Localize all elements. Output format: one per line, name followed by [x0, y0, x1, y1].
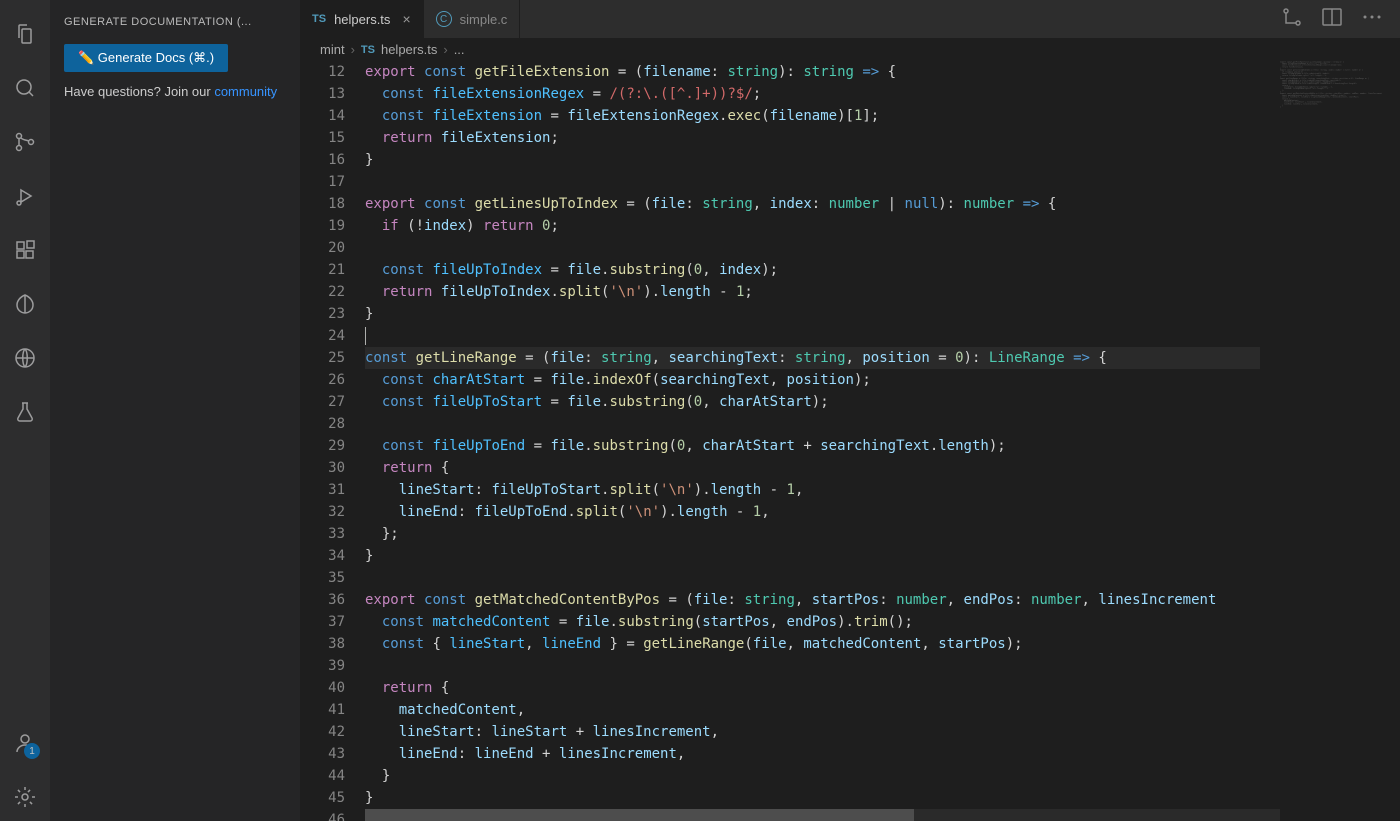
minimap[interactable]: export const getFileExtension = (filenam… — [1280, 61, 1400, 821]
typescript-icon: TS — [361, 44, 375, 56]
beaker-icon[interactable] — [0, 388, 50, 436]
close-icon[interactable]: × — [402, 11, 410, 27]
source-control-icon[interactable] — [0, 118, 50, 166]
account-badge: 1 — [24, 743, 40, 759]
code-editor[interactable]: 1213141516171819202122232425262728293031… — [300, 61, 1400, 821]
tab-label: simple.c — [460, 12, 508, 27]
community-link[interactable]: community — [214, 84, 277, 99]
editor-group: TS helpers.ts × C simple.c mint › TS hel… — [300, 0, 1400, 821]
horizontal-scrollbar[interactable] — [365, 809, 1280, 821]
tab-simple-c[interactable]: C simple.c — [424, 0, 521, 38]
code-content[interactable]: export const getFileExtension = (filenam… — [365, 61, 1400, 821]
split-editor-icon[interactable] — [1320, 5, 1344, 34]
chevron-right-icon: › — [443, 42, 447, 57]
tab-bar: TS helpers.ts × C simple.c — [300, 0, 1400, 38]
sidebar-title: GENERATE DOCUMENTATION (... — [64, 10, 286, 34]
compare-icon[interactable] — [1280, 5, 1304, 34]
extensions-icon[interactable] — [0, 226, 50, 274]
explorer-icon[interactable] — [0, 10, 50, 58]
typescript-icon: TS — [312, 13, 326, 25]
tab-actions — [1280, 0, 1400, 38]
sidebar-help-text: Have questions? Join our community — [64, 82, 286, 102]
account-icon[interactable]: 1 — [0, 719, 50, 767]
breadcrumb-part[interactable]: ... — [454, 42, 465, 57]
scrollbar-thumb[interactable] — [365, 809, 914, 821]
activity-bar: 1 — [0, 0, 50, 821]
breadcrumb-part[interactable]: mint — [320, 42, 345, 57]
globe-icon[interactable] — [0, 334, 50, 382]
leaf-icon[interactable] — [0, 280, 50, 328]
line-number-gutter: 1213141516171819202122232425262728293031… — [300, 61, 365, 821]
sidebar-panel: GENERATE DOCUMENTATION (... ✏️ Generate … — [50, 0, 300, 821]
c-icon: C — [436, 11, 452, 27]
settings-gear-icon[interactable] — [0, 773, 50, 821]
search-icon[interactable] — [0, 64, 50, 112]
chevron-right-icon: › — [351, 42, 355, 57]
breadcrumb-part[interactable]: helpers.ts — [381, 42, 437, 57]
tab-label: helpers.ts — [334, 12, 390, 27]
generate-docs-button[interactable]: ✏️ Generate Docs (⌘.) — [64, 44, 228, 72]
more-icon[interactable] — [1360, 5, 1384, 34]
debug-icon[interactable] — [0, 172, 50, 220]
tab-helpers-ts[interactable]: TS helpers.ts × — [300, 0, 424, 38]
breadcrumb[interactable]: mint › TS helpers.ts › ... — [300, 38, 1400, 61]
